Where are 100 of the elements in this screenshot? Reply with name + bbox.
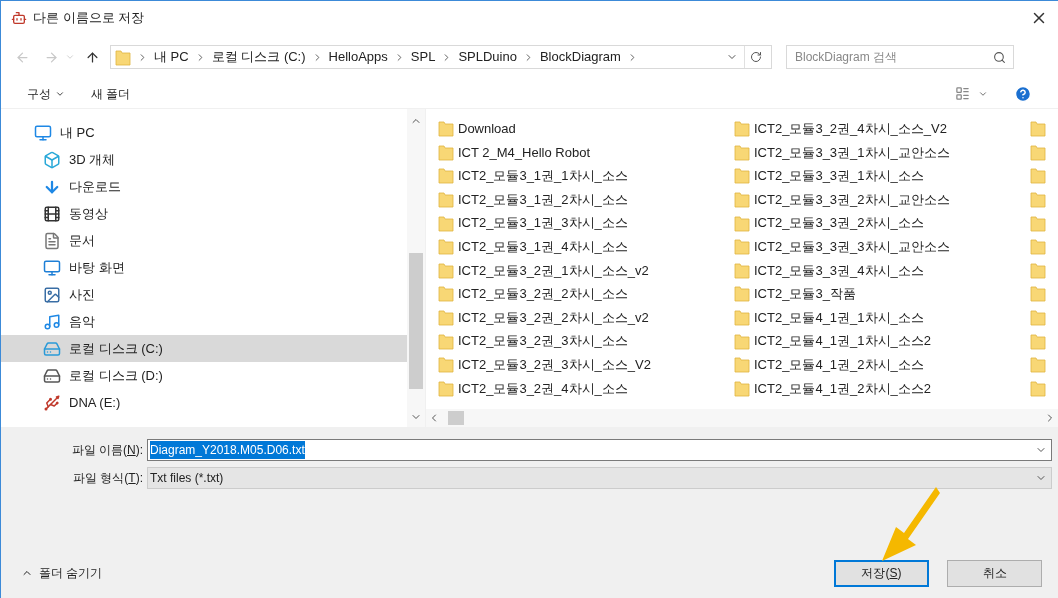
folder-icon <box>734 285 750 303</box>
folder-icon <box>438 261 454 279</box>
folder-icon <box>438 356 454 374</box>
breadcrumb-item[interactable]: HelloApps <box>328 47 388 67</box>
refresh-icon[interactable] <box>750 51 762 63</box>
file-name-label: 파일 이름(N): <box>70 442 144 459</box>
folder-name[interactable]: ICT2_모듈3_3권_4차시_소스 <box>754 260 924 281</box>
folder-icon <box>734 261 750 279</box>
folder-icon <box>1030 332 1046 350</box>
folder-icon <box>1030 167 1046 185</box>
folder-icon <box>438 285 454 303</box>
folder-icon <box>734 332 750 350</box>
film-icon <box>43 204 61 223</box>
folder-name[interactable]: ICT2_모듈3_1권_1차시_소스 <box>458 166 628 186</box>
folder-icon <box>734 120 750 138</box>
breadcrumb-item[interactable]: SPL <box>410 47 436 67</box>
new-folder-button[interactable]: 새 폴더 <box>91 84 131 103</box>
folder-name[interactable]: ICT 2_M4_Hello Robot <box>458 142 590 163</box>
breadcrumb-item[interactable]: SPLDuino <box>458 47 517 67</box>
folder-icon <box>438 143 454 161</box>
sidebar-item[interactable]: 사진 <box>1 281 407 308</box>
folder-name[interactable]: ICT2_모듈3_2권_3차시_소스 <box>458 331 628 351</box>
folder-name[interactable]: ICT2_모듈3_2권_3차시_소스_V2 <box>458 355 651 375</box>
sidebar-item[interactable]: 문서 <box>1 227 407 254</box>
breadcrumb-item[interactable]: 내 PC <box>154 47 189 67</box>
folder-name[interactable]: ICT2_모듈3_2권_4차시_소스 <box>458 378 628 399</box>
sidebar-item[interactable]: DNA (E:) <box>1 389 407 416</box>
folder-icon <box>438 332 454 350</box>
folder-icon <box>438 379 454 397</box>
folder-name[interactable]: ICT2_모듈3_1권_3차시_소스 <box>458 213 628 233</box>
file-name-field[interactable]: Diagram_Y2018.M05.D06.txt <box>147 439 1052 461</box>
folder-icon <box>438 167 454 185</box>
folder-name[interactable]: ICT2_모듈4_1권_1차시_소스2 <box>754 331 931 351</box>
folder-name[interactable]: ICT2_모듈3_2권_2차시_소스_v2 <box>458 307 649 328</box>
organize-menu[interactable]: 구성 <box>27 84 65 103</box>
horizontal-scrollbar[interactable] <box>426 409 1058 427</box>
music-note-icon <box>43 312 61 331</box>
file-type-label: 파일 형식(T): <box>71 470 144 487</box>
desktop-icon <box>43 258 61 277</box>
folder-name[interactable]: ICT2_모듈3_3권_3차시_교안소스 <box>754 237 950 257</box>
folder-name[interactable]: ICT2_모듈4_1권_1차시_소스 <box>754 307 924 328</box>
folder-icon <box>438 238 454 256</box>
sidebar-item[interactable]: 3D 개체 <box>1 146 407 173</box>
folder-icon <box>1030 309 1046 327</box>
folder-icon <box>438 309 454 327</box>
sidebar-item[interactable]: 동영상 <box>1 200 407 227</box>
folder-name[interactable]: ICT2_모듈3_1권_2차시_소스 <box>458 189 628 210</box>
document-icon <box>43 231 61 250</box>
folder-icon <box>1030 191 1046 209</box>
folder-name[interactable]: ICT2_모듈3_1권_4차시_소스 <box>458 237 628 257</box>
sidebar-item[interactable]: 바탕 화면 <box>1 254 407 281</box>
app-icon <box>11 10 27 26</box>
folder-icon <box>734 379 750 397</box>
folder-icon <box>734 238 750 256</box>
help-icon[interactable] <box>1014 84 1032 103</box>
sidebar-item[interactable]: 로컬 디스크 (D:) <box>1 362 407 389</box>
sidebar-item[interactable]: 음악 <box>1 308 407 335</box>
folder-icon <box>1030 214 1046 232</box>
folder-icon <box>1030 238 1046 256</box>
drive-icon <box>43 339 61 358</box>
recent-dropdown-icon[interactable] <box>65 52 75 62</box>
sidebar-item[interactable]: 다운로드 <box>1 173 407 200</box>
vertical-scrollbar[interactable] <box>407 109 425 427</box>
folder-name[interactable]: ICT2_모듈4_1권_2차시_소스 <box>754 355 924 375</box>
scrollbar-thumb[interactable] <box>409 253 423 389</box>
folder-icon <box>1030 379 1046 397</box>
save-button[interactable]: 저장(S) <box>834 559 929 587</box>
folder-icon <box>734 167 750 185</box>
up-icon[interactable] <box>85 49 100 65</box>
folder-icon <box>438 214 454 232</box>
folder-icon <box>1030 261 1046 279</box>
cancel-button[interactable]: 취소 <box>947 559 1042 587</box>
sidebar-item[interactable]: 내 PC <box>1 119 407 146</box>
computer-icon <box>34 123 52 142</box>
folder-name[interactable]: ICT2_모듈3_3권_2차시_소스 <box>754 213 924 233</box>
folder-name[interactable]: Download <box>458 119 516 139</box>
folder-icon <box>734 309 750 327</box>
address-bar[interactable]: 내 PC 로컬 디스크 (C:) HelloApps SPL SPLDuino BlockDiagram <box>110 45 772 69</box>
file-type-dropdown[interactable]: Txt files (*.txt) <box>147 467 1052 489</box>
scrollbar-thumb[interactable] <box>448 411 464 425</box>
breadcrumb-item[interactable]: 로컬 디스크 (C:) <box>211 47 306 67</box>
breadcrumb-item[interactable]: BlockDiagram <box>539 47 621 67</box>
folder-name[interactable]: ICT2_모듈3_3권_1차시_소스 <box>754 166 924 186</box>
folder-icon <box>1030 120 1046 138</box>
folder-icon <box>734 191 750 209</box>
folder-name[interactable]: ICT2_모듈3_2권_1차시_소스_v2 <box>458 260 649 281</box>
search-icon <box>993 50 1006 64</box>
cube-icon <box>43 150 61 169</box>
folder-name[interactable]: ICT2_모듈3_2권_4차시_소스_V2 <box>754 119 947 139</box>
sidebar-item[interactable]: 로컬 디스크 (C:) <box>1 335 407 362</box>
folder-name[interactable]: ICT2_모듈3_3권_1차시_교안소스 <box>754 142 950 163</box>
folder-name[interactable]: ICT2_모듈3_작품 <box>754 284 856 304</box>
hide-folders-button[interactable]: 폴더 숨기기 <box>21 564 103 582</box>
folder-icon <box>115 48 131 66</box>
view-options-icon[interactable] <box>955 86 970 101</box>
folder-name[interactable]: ICT2_모듈3_2권_2차시_소스 <box>458 284 628 304</box>
folder-name[interactable]: ICT2_모듈3_3권_2차시_교안소스 <box>754 189 950 210</box>
search-field[interactable]: BlockDiagram 검색 <box>786 45 1014 69</box>
folder-icon <box>438 120 454 138</box>
folder-name[interactable]: ICT2_모듈4_1권_2차시_소스2 <box>754 378 931 399</box>
